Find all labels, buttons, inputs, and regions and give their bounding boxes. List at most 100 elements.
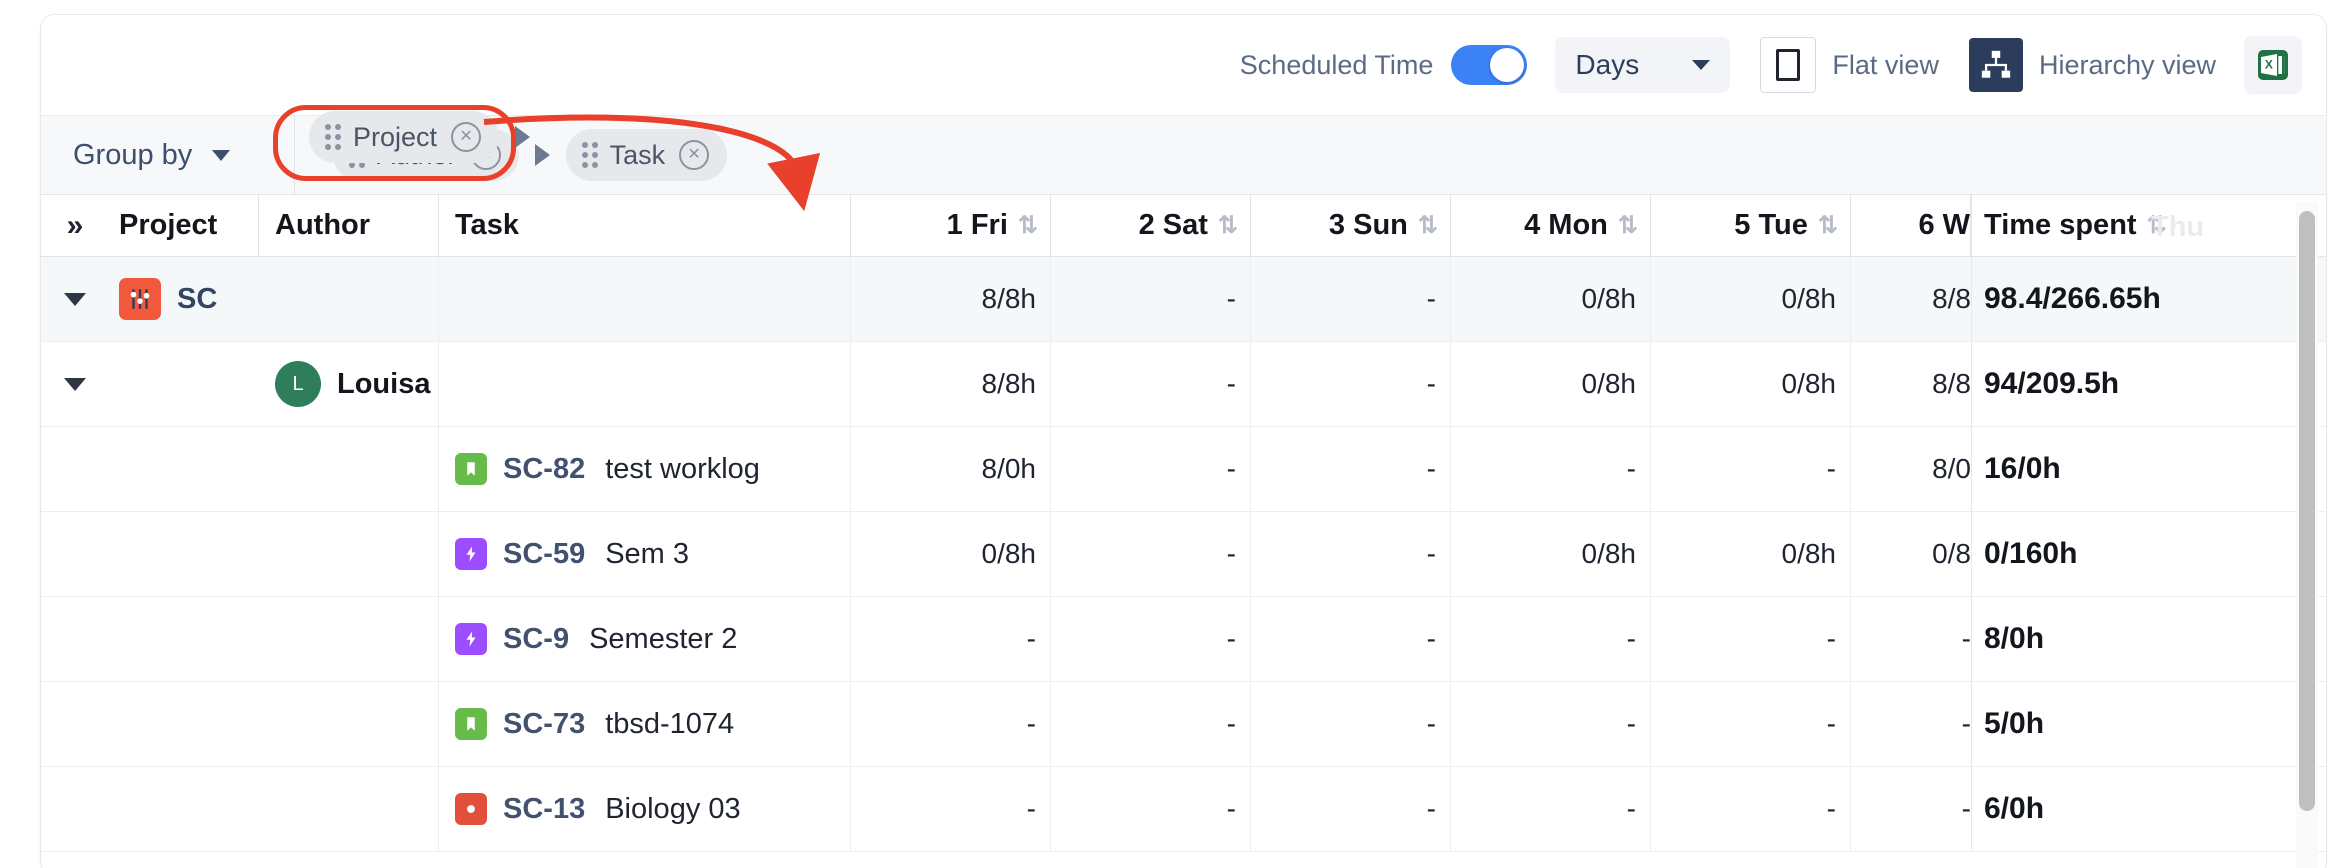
day-cell-d6: 0/8 (1932, 538, 1971, 569)
day-cell-d5: 0/8h (1651, 256, 1851, 342)
table-row[interactable]: SC-73 tbsd-1074 - - - - - - 5/0h (41, 681, 2326, 767)
svg-text:X: X (2265, 58, 2273, 72)
hierarchy-view-label: Hierarchy view (2038, 49, 2216, 80)
day-cell-d3: - (1251, 596, 1451, 682)
day-cell-d6: - (1961, 708, 1971, 739)
table-row[interactable]: SC-82 test worklog 8/0h - - - - 8/0 16/0… (41, 426, 2326, 512)
column-label: 5 Tue (1734, 209, 1808, 241)
square-outline-icon[interactable] (1760, 37, 1817, 93)
group-by-chip-project[interactable]: Project ✕ (309, 111, 500, 163)
day-cell-d4: - (1451, 596, 1651, 682)
column-header-d5[interactable]: 5 Tue ⇅ (1651, 194, 1851, 257)
drag-grip-icon[interactable] (325, 124, 341, 150)
project-name: SC (177, 282, 218, 315)
vertical-scrollbar-thumb[interactable] (2299, 211, 2315, 811)
table-row[interactable]: SC-59 Sem 3 0/8h - - 0/8h 0/8h 0/8 0/160… (41, 511, 2326, 597)
day-cell-d2: - (1051, 596, 1251, 682)
day-cell-d6: 8/8 (1932, 368, 1971, 399)
day-cell-d4: - (1451, 681, 1651, 767)
task-key[interactable]: SC-13 (503, 793, 585, 826)
column-header-time-spent[interactable]: Time spent ⇅ (1971, 194, 2281, 257)
group-by-dropdown[interactable]: Group by (41, 139, 294, 172)
task-summary: Semester 2 (589, 622, 738, 655)
hierarchy-view-control[interactable]: Hierarchy view (1968, 38, 2216, 92)
author-cell (259, 426, 439, 512)
flat-view-control[interactable]: Flat view (1760, 37, 1939, 93)
drag-grip-icon[interactable] (581, 142, 598, 168)
scheduled-time-label: Scheduled Time (1239, 49, 1434, 80)
day-cell-d1: - (851, 766, 1051, 852)
story-bookmark-icon (455, 708, 487, 740)
task-cell[interactable]: SC-13 Biology 03 (439, 766, 851, 852)
hierarchy-tree-icon[interactable] (1968, 38, 2023, 92)
expand-all-button[interactable]: » (41, 195, 109, 257)
sort-updown-icon[interactable]: ⇅ (1218, 213, 1238, 238)
period-select[interactable]: Days (1555, 37, 1731, 93)
row-expand-toggle[interactable] (41, 257, 109, 342)
chevron-down-icon[interactable] (64, 292, 86, 306)
author-cell (259, 766, 439, 852)
sort-updown-icon[interactable]: ⇅ (1618, 213, 1638, 238)
day-cell-d2: - (1051, 681, 1251, 767)
project-cell (109, 427, 259, 512)
time-spent-cell: 5/0h (1971, 681, 2281, 767)
table-header-row: » Project Author Task 1 Fri ⇅ 2 Sat ⇅ 3 … (41, 194, 2326, 257)
table-row[interactable]: L Louisa 8/8h - - 0/8h 0/8h 8/8 94/209.5… (41, 341, 2326, 427)
column-header-project[interactable]: Project (109, 194, 259, 257)
sort-updown-icon[interactable]: ⇅ (1018, 213, 1038, 238)
task-key[interactable]: SC-59 (503, 538, 585, 571)
column-header-d4[interactable]: 4 Mon ⇅ (1451, 194, 1651, 257)
excel-export-button[interactable]: X (2244, 36, 2302, 94)
chevron-down-icon[interactable] (64, 377, 86, 391)
chip-label: Task (609, 139, 666, 170)
task-summary: tbsd-1074 (605, 707, 735, 740)
column-label: Time spent (1984, 209, 2137, 241)
row-expand-toggle (41, 767, 109, 852)
task-key[interactable]: SC-73 (503, 708, 585, 741)
task-key[interactable]: SC-82 (503, 453, 585, 486)
day-cell-d1: 8/8h (851, 256, 1051, 342)
table-row[interactable]: SC 8/8h - - 0/8h 0/8h 8/8 98.4/266.65h (41, 256, 2326, 342)
author-cell: L Louisa (259, 341, 439, 427)
table-row[interactable]: SC-13 Biology 03 - - - - - - 6/0h (41, 766, 2326, 852)
column-header-d1[interactable]: 1 Fri ⇅ (851, 194, 1051, 257)
author-cell (259, 256, 439, 342)
column-header-d2[interactable]: 2 Sat ⇅ (1051, 194, 1251, 257)
column-header-task[interactable]: Task (439, 194, 851, 257)
task-summary: Sem 3 (605, 537, 690, 570)
remove-circle-icon[interactable]: ✕ (451, 122, 482, 152)
column-header-d3[interactable]: 3 Sun ⇅ (1251, 194, 1451, 257)
remove-circle-icon[interactable]: ✕ (679, 140, 710, 170)
table-row[interactable]: SC-9 Semester 2 - - - - - - 8/0h (41, 596, 2326, 682)
task-summary: test worklog (605, 452, 760, 485)
time-spent-cell: 8/0h (1971, 596, 2281, 682)
group-by-chip-project-dragged[interactable]: Project ✕ (309, 111, 546, 163)
sort-updown-icon[interactable]: ⇅ (2147, 213, 2167, 238)
row-expand-toggle (41, 427, 109, 512)
task-cell[interactable]: SC-82 test worklog (439, 426, 851, 512)
sort-updown-icon[interactable]: ⇅ (1818, 213, 1838, 238)
row-expand-toggle[interactable] (41, 342, 109, 427)
column-label: 4 Mon (1524, 209, 1608, 241)
task-cell[interactable]: SC-59 Sem 3 (439, 511, 851, 597)
scheduled-time-toggle[interactable] (1451, 45, 1528, 85)
day-cell-d5: - (1651, 766, 1851, 852)
group-by-chip-task[interactable]: Task ✕ (565, 129, 728, 181)
column-header-d6[interactable]: 6 W (1851, 194, 1971, 257)
day-cell-d5: - (1651, 596, 1851, 682)
time-spent-cell: 0/160h (1971, 511, 2281, 597)
author-cell (259, 511, 439, 597)
task-key[interactable]: SC-9 (503, 623, 569, 656)
sort-updown-icon[interactable]: ⇅ (1418, 213, 1438, 238)
double-chevron-right-icon[interactable]: » (67, 209, 84, 243)
column-header-author[interactable]: Author (259, 194, 439, 257)
task-cell[interactable]: SC-9 Semester 2 (439, 596, 851, 682)
epic-bolt-icon (455, 623, 487, 655)
bug-circle-icon (455, 793, 487, 825)
flat-view-label: Flat view (1832, 49, 1939, 80)
task-cell[interactable]: SC-73 tbsd-1074 (439, 681, 851, 767)
column-label: Task (455, 209, 519, 241)
time-spent-cell: 16/0h (1971, 426, 2281, 512)
day-cell-d3: - (1251, 426, 1451, 512)
project-sliders-icon (119, 278, 161, 320)
